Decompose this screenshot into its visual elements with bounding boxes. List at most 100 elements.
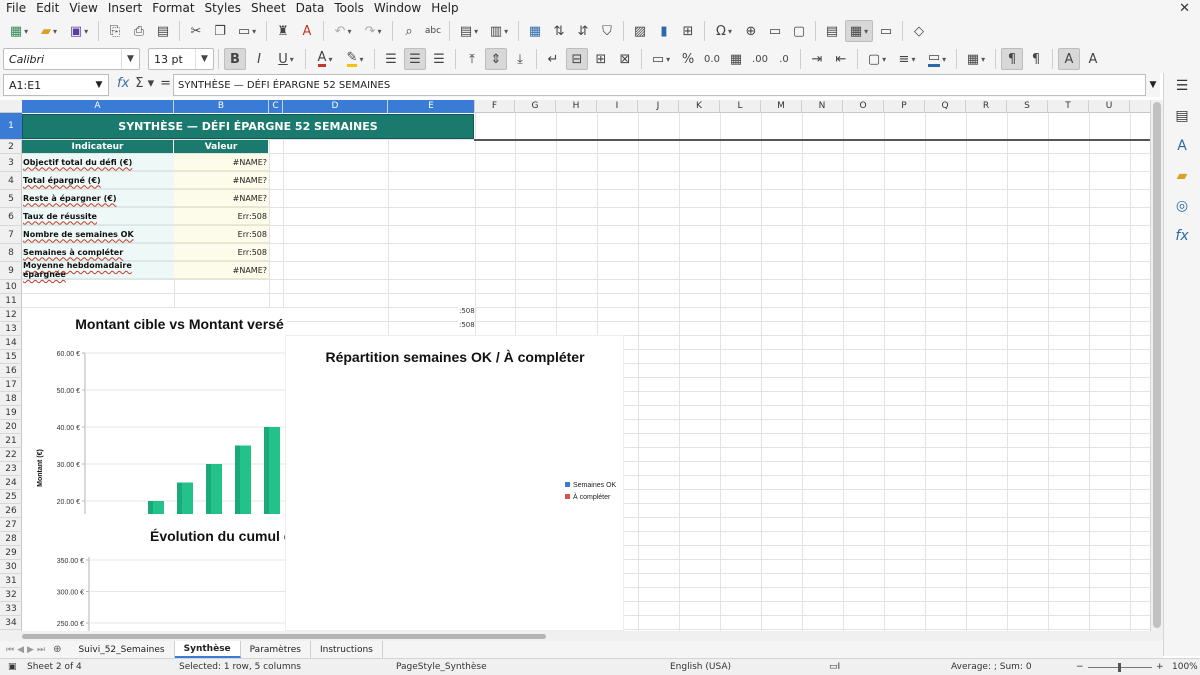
- header-indicator[interactable]: Indicateur: [22, 140, 174, 153]
- line-chart[interactable]: Évolution du cumul é 250.00 € 300.00 € 350…: [22, 515, 287, 631]
- gallery-icon[interactable]: ▰: [1171, 165, 1193, 187]
- menu-insert[interactable]: Insert: [103, 0, 147, 17]
- row-header[interactable]: 15: [0, 350, 22, 364]
- menu-styles[interactable]: Styles: [200, 0, 246, 17]
- column-header[interactable]: N: [802, 100, 843, 113]
- row-header[interactable]: 32: [0, 588, 22, 602]
- column-header[interactable]: H: [556, 100, 597, 113]
- first-sheet-icon[interactable]: ⏮: [6, 645, 14, 655]
- row-header[interactable]: 28: [0, 532, 22, 546]
- row-header[interactable]: 23: [0, 462, 22, 476]
- show-draw-functions-icon[interactable]: ◇: [908, 20, 930, 42]
- tab-instructions[interactable]: Instructions: [311, 641, 383, 658]
- column-header[interactable]: P: [884, 100, 925, 113]
- border-color-icon[interactable]: ▭: [923, 48, 951, 70]
- borders-icon[interactable]: ▢: [863, 48, 891, 70]
- wrap-text-icon[interactable]: ↵: [542, 48, 564, 70]
- export-pdf-icon[interactable]: ⎘: [104, 20, 126, 42]
- bar-chart[interactable]: Montant cible vs Montant versé (€) Monta…: [22, 308, 287, 514]
- menu-edit[interactable]: Edit: [31, 0, 64, 17]
- sidebar-menu-icon[interactable]: ☰: [1171, 75, 1193, 97]
- hyperlink-icon[interactable]: ⊕: [740, 20, 762, 42]
- sort-descending-icon[interactable]: ⇵: [572, 20, 594, 42]
- menu-format[interactable]: Format: [147, 0, 199, 17]
- pie-chart[interactable]: Répartition semaines OK / À compléter Se…: [285, 335, 624, 631]
- split-window-icon[interactable]: ▭: [875, 20, 897, 42]
- row-header[interactable]: 17: [0, 378, 22, 392]
- spreadsheet-grid[interactable]: ABCDEFGHIJKLMNOPQRSTU 1 2 3 4 5 6 7 8 9 10 11 12 13 1…: [0, 100, 1150, 631]
- column-header[interactable]: I: [597, 100, 638, 113]
- zoom-in-icon[interactable]: +: [1156, 662, 1164, 672]
- sort-ascending-icon[interactable]: ⇅: [548, 20, 570, 42]
- insert-image-icon[interactable]: ▨: [629, 20, 651, 42]
- sheet-title-cell[interactable]: SYNTHÈSE — DÉFI ÉPARGNE 52 SEMAINES: [22, 114, 474, 139]
- column-header[interactable]: B: [174, 100, 269, 113]
- unmerge-cells-icon[interactable]: ⊠: [614, 48, 636, 70]
- row-header[interactable]: 3: [0, 154, 22, 172]
- row-header[interactable]: 2: [0, 140, 22, 154]
- row-header[interactable]: 22: [0, 448, 22, 462]
- merge-center-icon[interactable]: ⊟: [566, 48, 588, 70]
- row-header[interactable]: 13: [0, 322, 22, 336]
- value-cell[interactable]: Err:508: [174, 244, 269, 261]
- column-header[interactable]: U: [1089, 100, 1130, 113]
- row-header[interactable]: 12: [0, 308, 22, 322]
- border-style-icon[interactable]: ≡: [893, 48, 921, 70]
- menu-window[interactable]: Window: [369, 0, 426, 17]
- column-header[interactable]: J: [638, 100, 679, 113]
- underline-icon[interactable]: U: [272, 48, 300, 70]
- font-size-combo[interactable]: 13 pt ▼: [148, 48, 214, 70]
- row-header[interactable]: 29: [0, 546, 22, 560]
- conditional-format-icon[interactable]: ▦: [962, 48, 990, 70]
- print-icon[interactable]: ⎙: [128, 20, 150, 42]
- left-to-right-icon[interactable]: A: [1058, 48, 1080, 70]
- find-replace-icon[interactable]: ⌕: [398, 20, 420, 42]
- bold-icon[interactable]: B: [224, 48, 246, 70]
- row-header[interactable]: 8: [0, 244, 22, 262]
- row-header[interactable]: 7: [0, 226, 22, 244]
- row-header[interactable]: 6: [0, 208, 22, 226]
- cell-area[interactable]: SYNTHÈSE — DÉFI ÉPARGNE 52 SEMAINES Indi…: [22, 113, 1150, 631]
- font-name-combo[interactable]: Calibri ▼: [3, 48, 140, 70]
- value-cell[interactable]: Err:508: [174, 226, 269, 243]
- currency-format-icon[interactable]: ▭: [647, 48, 675, 70]
- save-icon[interactable]: ▣: [65, 20, 93, 42]
- font-color-icon[interactable]: A: [311, 48, 339, 70]
- align-left-icon[interactable]: ☰: [380, 48, 402, 70]
- paste-icon[interactable]: ▭: [233, 20, 261, 42]
- clear-formatting-icon[interactable]: A: [296, 20, 318, 42]
- row-header[interactable]: 14: [0, 336, 22, 350]
- clone-formatting-icon[interactable]: ♜: [272, 20, 294, 42]
- autofilter-icon[interactable]: ⛉: [596, 20, 618, 42]
- formula-icon[interactable]: =: [160, 76, 171, 91]
- value-cell[interactable]: Err:508: [174, 208, 269, 225]
- row-header[interactable]: 21: [0, 434, 22, 448]
- name-box[interactable]: A1:E1 ▼: [3, 74, 109, 96]
- row-header[interactable]: 5: [0, 190, 22, 208]
- column-header[interactable]: O: [843, 100, 884, 113]
- increase-indent-icon[interactable]: ⇥: [806, 48, 828, 70]
- top-to-bottom-icon[interactable]: A: [1082, 48, 1104, 70]
- zoom-slider[interactable]: [1088, 663, 1152, 672]
- chevron-down-icon[interactable]: ▼: [90, 75, 108, 95]
- row-header[interactable]: 20: [0, 420, 22, 434]
- cut-icon[interactable]: ✂: [185, 20, 207, 42]
- label-cell[interactable]: Objectif total du défi (€): [22, 154, 174, 171]
- zoom-slider-knob[interactable]: [1118, 663, 1121, 672]
- label-cell[interactable]: Semaines à compléter: [22, 244, 174, 261]
- row-header[interactable]: 31: [0, 574, 22, 588]
- vertical-scrollbar[interactable]: [1150, 100, 1163, 631]
- add-decimal-icon[interactable]: .00: [749, 48, 771, 70]
- zoom-out-icon[interactable]: −: [1076, 662, 1084, 672]
- row-icon[interactable]: ▤: [455, 20, 483, 42]
- menu-help[interactable]: Help: [426, 0, 463, 17]
- column-header[interactable]: C: [269, 100, 283, 113]
- row-header[interactable]: 34: [0, 616, 22, 630]
- language-status[interactable]: English (USA): [670, 662, 731, 672]
- row-header[interactable]: 4: [0, 172, 22, 190]
- row-header[interactable]: 11: [0, 294, 22, 308]
- label-cell[interactable]: Nombre de semaines OK: [22, 226, 174, 243]
- special-character-icon[interactable]: Ω: [710, 20, 738, 42]
- toggle-autofilter-icon[interactable]: ▦: [524, 20, 546, 42]
- zoom-level[interactable]: 100%: [1172, 662, 1198, 672]
